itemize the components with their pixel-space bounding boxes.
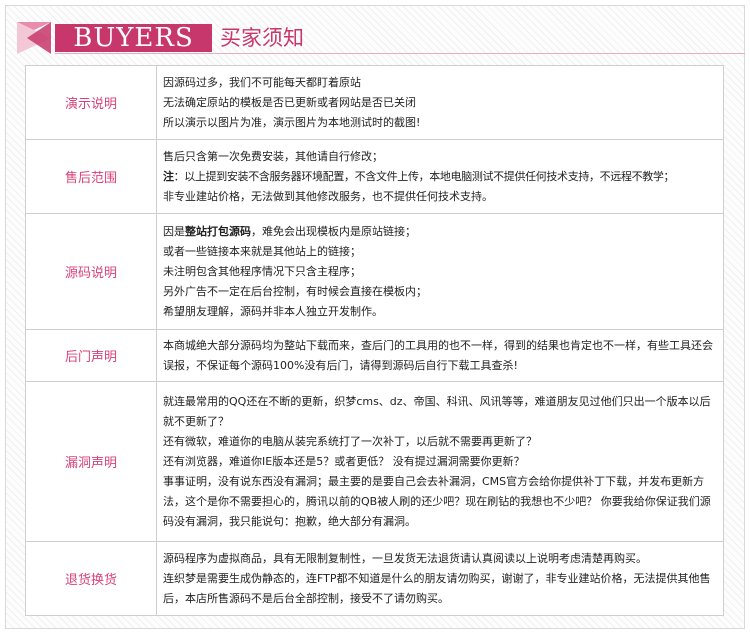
row-label: 后门声明 xyxy=(25,329,157,382)
table-row: 演示说明 因源码过多，我们不可能每天都盯着原站 无法确定原站的模板是否已更新或者… xyxy=(25,65,724,140)
content-line: 事事证明，没有说东西没有漏洞；最主要的是要自己会去补漏洞，CMS官方会给你提供补… xyxy=(163,474,711,528)
header-divider xyxy=(55,53,745,54)
table-row: 后门声明 本商城绝大部分源码均为整站下载而来，查后门的工具用的也不一样，得到的结… xyxy=(25,329,724,382)
row-content: 本商城绝大部分源码均为整站下载而来，查后门的工具用的也不一样，得到的结果也肯定也… xyxy=(156,329,724,382)
note-prefix: 注 xyxy=(163,169,174,183)
table-row: 退货换货 源码程序为虚拟商品，具有无限制复制性，一旦发货无法退货请认真阅读以上说… xyxy=(25,541,724,616)
content-line: 另外广告不一定在后台控制，有时候会直接在模板内； xyxy=(163,284,427,298)
row-content: 因是整站打包源码，难免会出现模板内是原站链接； 或者一些链接本来就是其他站上的链… xyxy=(156,213,724,330)
row-content: 就连最常用的QQ还在不断的更新，织梦cms、dz、帝国、科讯、风讯等等，难道朋友… xyxy=(156,381,724,542)
content-line: 无法确定原站的模板是否已更新或者网站是否已关闭 xyxy=(163,95,416,109)
row-label: 退货换货 xyxy=(25,541,157,616)
content-line: 非专业建站价格，无法做到其他修改服务，也不提供任何技术支持。 xyxy=(163,189,493,203)
content-line: 还有浏览器，难道你IE版本还是5？或者更低？ 没有提过漏洞需要你更新？ xyxy=(163,454,525,468)
row-content: 因源码过多，我们不可能每天都盯着原站 无法确定原站的模板是否已更新或者网站是否已… xyxy=(156,65,724,140)
content-line: 或者一些链接本来就是其他站上的链接； xyxy=(163,244,361,258)
content-line: 还有微软，难道你的电脑从装完系统打了一次补丁，以后就不需要再更新了？ xyxy=(163,434,537,448)
text-suffix: ，难免会出现模板内是原站链接； xyxy=(251,224,416,238)
table-row: 漏洞声明 就连最常用的QQ还在不断的更新，织梦cms、dz、帝国、科讯、风讯等等… xyxy=(25,381,724,542)
content-line: 就连最常用的QQ还在不断的更新，织梦cms、dz、帝国、科讯、风讯等等，难道朋友… xyxy=(163,394,711,428)
row-label: 售后范围 xyxy=(25,139,157,214)
row-label: 漏洞声明 xyxy=(25,381,157,542)
notice-table: 演示说明 因源码过多，我们不可能每天都盯着原站 无法确定原站的模板是否已更新或者… xyxy=(25,65,724,616)
content-line: 注：以上提到安装不含服务器环境配置，不含文件上传，本地电脑测试不提供任何技术支持… xyxy=(163,169,675,183)
content-line: 因是整站打包源码，难免会出现模板内是原站链接； xyxy=(163,222,717,242)
row-label: 演示说明 xyxy=(25,65,157,140)
content-line: 本商城绝大部分源码均为整站下载而来，查后门的工具用的也不一样，得到的结果也肯定也… xyxy=(163,338,713,372)
content-line: 连织梦是需要生成伪静态的，连FTP都不知道是什么的朋友请勿购买，谢谢了，非专业建… xyxy=(163,571,711,605)
content-line: 未注明包含其他程序情况下只含主程序； xyxy=(163,264,361,278)
row-content: 售后只含第一次免费安装，其他请自行修改； 注：以上提到安装不含服务器环境配置，不… xyxy=(156,139,724,214)
bold-text: 整站打包源码 xyxy=(185,224,251,238)
row-content: 源码程序为虚拟商品，具有无限制复制性，一旦发货无法退货请认真阅读以上说明考虑清楚… xyxy=(156,541,724,616)
buyers-notice-header: BUYERS 买家须知 xyxy=(17,22,745,56)
corner-decoration-icon xyxy=(17,22,51,54)
content-line: 希望朋友理解，源码并非本人独立开发制作。 xyxy=(163,304,383,318)
content-line: 所以演示以图片为准，演示图片为本地测试时的截图! xyxy=(163,115,421,129)
table-row: 源码说明 因是整站打包源码，难免会出现模板内是原站链接； 或者一些链接本来就是其… xyxy=(25,213,724,330)
buyers-badge: BUYERS xyxy=(55,24,212,52)
content-line: 因源码过多，我们不可能每天都盯着原站 xyxy=(163,75,361,89)
text-prefix: 因是 xyxy=(163,224,185,238)
page-title: 买家须知 xyxy=(220,26,304,50)
content-line: 售后只含第一次免费安装，其他请自行修改； xyxy=(163,149,383,163)
content-line: 源码程序为虚拟商品，具有无限制复制性，一旦发货无法退货请认真阅读以上说明考虑清楚… xyxy=(163,551,647,565)
row-label: 源码说明 xyxy=(25,213,157,330)
table-row: 售后范围 售后只含第一次免费安装，其他请自行修改； 注：以上提到安装不含服务器环… xyxy=(25,139,724,214)
